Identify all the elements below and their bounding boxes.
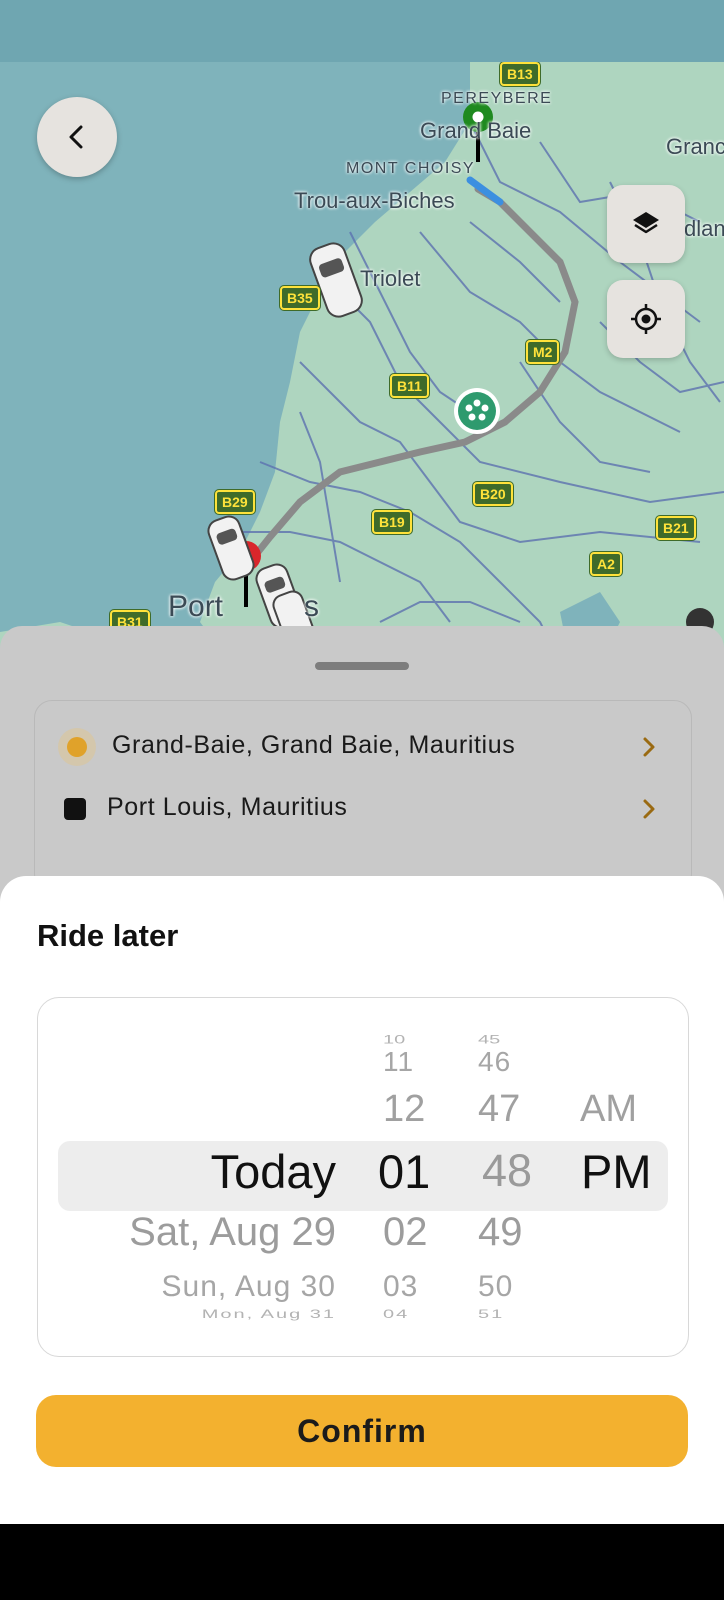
map-label-grand-edge: Granc <box>666 134 724 159</box>
layers-icon <box>633 212 659 234</box>
chevron-right-icon <box>643 737 655 757</box>
destination-address: Port Louis, Mauritius <box>107 793 348 821</box>
map-label-triolet: Triolet <box>360 266 421 291</box>
day-option[interactable]: Mon, Aug 31 <box>202 1308 336 1322</box>
minute-option[interactable]: 49 <box>478 1210 523 1255</box>
hour-option-selected[interactable]: 01 <box>378 1144 430 1199</box>
day-option-selected[interactable]: Today <box>211 1144 336 1199</box>
map-label-port: Port <box>168 590 224 623</box>
origin-row[interactable]: Grand-Baie, Grand Baie, Mauritius <box>35 727 691 767</box>
map-label-pereybere: PEREYBERE <box>441 90 553 107</box>
ride-later-sheet: Ride later Today Sat, Aug 29 Sun, Aug 30… <box>0 876 724 1524</box>
back-button[interactable] <box>37 97 117 177</box>
hour-option[interactable]: 11 <box>383 1046 414 1078</box>
hour-option[interactable]: 04 <box>383 1308 409 1322</box>
chevron-right-icon <box>643 799 655 819</box>
minute-option-selected[interactable]: 48 <box>482 1145 532 1197</box>
chevron-left-icon <box>69 125 83 149</box>
day-option[interactable]: Sat, Aug 29 <box>129 1210 336 1255</box>
road-shield-b21: B21 <box>655 515 697 541</box>
minute-option[interactable]: 47 <box>478 1088 520 1131</box>
route-card: Grand-Baie, Grand Baie, Mauritius Port L… <box>34 700 692 892</box>
road-shield-b19: B19 <box>371 509 413 535</box>
minute-option[interactable]: 51 <box>478 1308 504 1322</box>
road-shield-m2: M2 <box>524 339 561 365</box>
system-navigation-bar <box>0 1524 724 1600</box>
confirm-button[interactable]: Confirm <box>36 1395 688 1467</box>
origin-dot-icon <box>58 728 96 766</box>
minute-option[interactable]: 45 <box>478 1033 500 1047</box>
status-bar <box>0 0 724 62</box>
hour-option[interactable]: 03 <box>383 1270 418 1304</box>
day-option[interactable]: Sun, Aug 30 <box>162 1270 336 1304</box>
destination-square-icon <box>64 798 86 820</box>
minute-option[interactable]: 46 <box>478 1046 511 1078</box>
hour-option[interactable]: 10 <box>383 1033 405 1047</box>
road-shield-b35: B35 <box>279 285 321 311</box>
road-shield-b13: B13 <box>499 62 541 87</box>
crosshair-icon <box>631 304 661 334</box>
date-time-picker[interactable]: Today Sat, Aug 29 Sun, Aug 30 Mon, Aug 3… <box>37 997 689 1357</box>
road-shield-b20: B20 <box>472 481 514 507</box>
map-label-dlan: dlan <box>684 216 724 241</box>
ampm-option[interactable]: AM <box>580 1088 637 1131</box>
origin-address: Grand-Baie, Grand Baie, Mauritius <box>112 731 516 759</box>
road-shield-a2: A2 <box>589 551 623 577</box>
map-label-grand-baie: Grand Baie <box>420 118 532 143</box>
minute-option[interactable]: 50 <box>478 1270 513 1304</box>
hour-option[interactable]: 12 <box>383 1088 425 1131</box>
picker-selection-highlight <box>58 1141 668 1211</box>
map-label-mont-choisy: MONT CHOISY <box>346 160 476 177</box>
road-shield-b11: B11 <box>389 373 430 399</box>
destination-row[interactable]: Port Louis, Mauritius <box>35 789 691 829</box>
ride-later-title: Ride later <box>37 918 179 953</box>
map-label-trou-aux-biches: Trou-aux-Biches <box>294 188 455 213</box>
locate-me-button[interactable] <box>607 280 685 358</box>
sheet-grabber[interactable] <box>315 662 409 670</box>
ampm-option-selected[interactable]: PM <box>581 1144 652 1199</box>
road-shield-b29: B29 <box>214 489 256 515</box>
map-label-port-suffix: s <box>304 590 319 623</box>
layers-button[interactable] <box>607 185 685 263</box>
hour-option[interactable]: 02 <box>383 1210 428 1255</box>
